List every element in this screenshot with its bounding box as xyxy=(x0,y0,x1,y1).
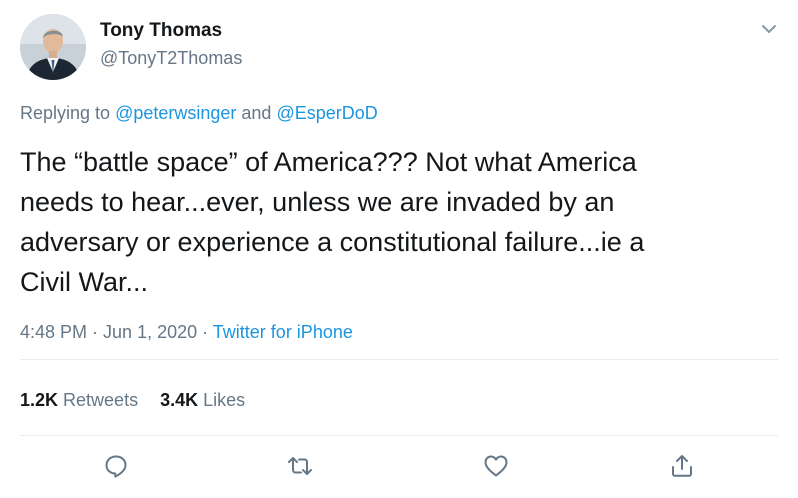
share-button[interactable] xyxy=(668,452,696,480)
avatar-image xyxy=(20,14,86,80)
retweets-count: 1.2K xyxy=(20,390,59,410)
share-icon xyxy=(672,455,692,477)
tweet-card: Tony Thomas @TonyT2Thomas Replying to @p… xyxy=(0,0,798,498)
chevron-down-icon[interactable] xyxy=(758,18,780,40)
retweets-stat[interactable]: 1.2K Retweets xyxy=(20,390,138,410)
divider xyxy=(20,435,778,436)
replying-to-prefix: Replying to xyxy=(20,103,116,123)
retweet-icon xyxy=(288,457,312,475)
engagement-stats: 1.2K Retweets 3.4K Likes xyxy=(20,388,267,412)
tweet-date[interactable]: Jun 1, 2020 xyxy=(103,322,197,342)
avatar[interactable] xyxy=(20,14,86,80)
meta-separator: · xyxy=(87,322,104,342)
divider xyxy=(20,359,778,360)
reply-icon xyxy=(105,455,127,478)
likes-stat[interactable]: 3.4K Likes xyxy=(160,390,245,410)
mention-link[interactable]: @peterwsinger xyxy=(115,103,236,123)
likes-label: Likes xyxy=(198,390,246,410)
tweet-text: The “battle space” of America??? Not wha… xyxy=(20,147,645,297)
mention-link[interactable]: @EsperDoD xyxy=(276,103,377,123)
user-handle[interactable]: @TonyT2Thomas xyxy=(100,46,242,70)
replying-to: Replying to @peterwsinger and @EsperDoD xyxy=(20,101,378,125)
meta-separator: · xyxy=(197,322,213,342)
reply-button[interactable] xyxy=(102,452,130,480)
display-name[interactable]: Tony Thomas xyxy=(100,19,222,43)
heart-icon xyxy=(484,455,508,477)
likes-count: 3.4K xyxy=(160,390,199,410)
tweet-time[interactable]: 4:48 PM xyxy=(20,322,87,342)
source-link[interactable]: Twitter for iPhone xyxy=(213,322,353,342)
tweet-meta: 4:48 PM · Jun 1, 2020 · Twitter for iPho… xyxy=(20,320,353,344)
retweets-label: Retweets xyxy=(58,390,139,410)
replying-to-joiner: and xyxy=(236,103,277,123)
retweet-button[interactable] xyxy=(286,452,314,480)
like-button[interactable] xyxy=(482,452,510,480)
